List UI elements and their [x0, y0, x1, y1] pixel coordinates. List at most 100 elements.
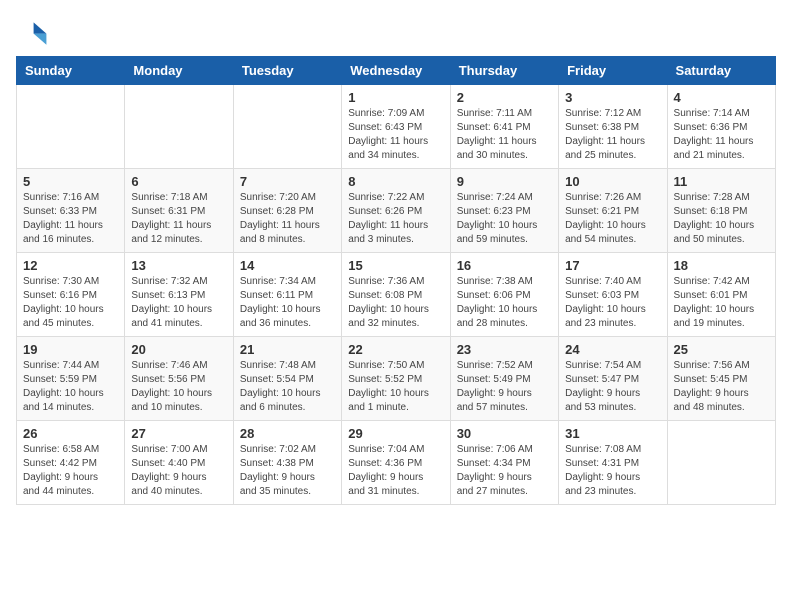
- day-info: Sunrise: 7:54 AM Sunset: 5:47 PM Dayligh…: [565, 359, 660, 415]
- day-info: Sunrise: 7:22 AM Sunset: 6:26 PM Dayligh…: [348, 191, 443, 247]
- day-info: Sunrise: 7:11 AM Sunset: 6:41 PM Dayligh…: [457, 107, 552, 163]
- calendar-week-1: 1 Sunrise: 7:09 AM Sunset: 6:43 PM Daylig…: [17, 85, 776, 169]
- calendar-day-10: 10Sunrise: 7:26 AM Sunset: 6:21 PM Dayli…: [559, 169, 667, 253]
- calendar-day-31: 31Sunrise: 7:08 AM Sunset: 4:31 PM Dayli…: [559, 421, 667, 505]
- day-number: 1: [348, 90, 443, 105]
- day-number: 22: [348, 342, 443, 357]
- day-header-friday: Friday: [559, 57, 667, 85]
- calendar-day-12: 12Sunrise: 7:30 AM Sunset: 6:16 PM Dayli…: [17, 253, 125, 337]
- day-number: 23: [457, 342, 552, 357]
- calendar-day-22: 22 Sunrise: 7:50 AM Sunset: 5:52 PM Dayli…: [342, 337, 450, 421]
- calendar-day-16: 16 Sunrise: 7:38 AM Sunset: 6:06 PM Dayli…: [450, 253, 558, 337]
- calendar-day-19: 19 Sunrise: 7:44 AM Sunset: 5:59 PM Dayli…: [17, 337, 125, 421]
- calendar-week-2: 5Sunrise: 7:16 AM Sunset: 6:33 PM Daylig…: [17, 169, 776, 253]
- calendar-header-row: SundayMondayTuesdayWednesdayThursdayFrid…: [17, 57, 776, 85]
- day-number: 8: [348, 174, 443, 189]
- calendar-day-2: 2 Sunrise: 7:11 AM Sunset: 6:41 PM Daylig…: [450, 85, 558, 169]
- day-number: 26: [23, 426, 118, 441]
- calendar-table: SundayMondayTuesdayWednesdayThursdayFrid…: [16, 56, 776, 505]
- empty-cell: [125, 85, 233, 169]
- day-info: Sunrise: 7:06 AM Sunset: 4:34 PM Dayligh…: [457, 443, 552, 499]
- empty-cell: [233, 85, 341, 169]
- calendar-day-13: 13Sunrise: 7:32 AM Sunset: 6:13 PM Dayli…: [125, 253, 233, 337]
- day-number: 25: [674, 342, 769, 357]
- day-number: 24: [565, 342, 660, 357]
- day-info: Sunrise: 7:40 AM Sunset: 6:03 PM Dayligh…: [565, 275, 660, 331]
- day-info: Sunrise: 7:20 AM Sunset: 6:28 PM Dayligh…: [240, 191, 335, 247]
- day-info: Sunrise: 7:28 AM Sunset: 6:18 PM Dayligh…: [674, 191, 769, 247]
- calendar-day-1: 1 Sunrise: 7:09 AM Sunset: 6:43 PM Daylig…: [342, 85, 450, 169]
- day-number: 17: [565, 258, 660, 273]
- day-number: 20: [131, 342, 226, 357]
- day-info: Sunrise: 7:36 AM Sunset: 6:08 PM Dayligh…: [348, 275, 443, 331]
- day-info: Sunrise: 7:00 AM Sunset: 4:40 PM Dayligh…: [131, 443, 226, 499]
- day-header-sunday: Sunday: [17, 57, 125, 85]
- day-info: Sunrise: 7:56 AM Sunset: 5:45 PM Dayligh…: [674, 359, 769, 415]
- day-number: 9: [457, 174, 552, 189]
- day-info: Sunrise: 7:52 AM Sunset: 5:49 PM Dayligh…: [457, 359, 552, 415]
- day-info: Sunrise: 7:09 AM Sunset: 6:43 PM Dayligh…: [348, 107, 443, 163]
- calendar-day-30: 30 Sunrise: 7:06 AM Sunset: 4:34 PM Dayli…: [450, 421, 558, 505]
- day-info: Sunrise: 7:48 AM Sunset: 5:54 PM Dayligh…: [240, 359, 335, 415]
- calendar-day-8: 8 Sunrise: 7:22 AM Sunset: 6:26 PM Daylig…: [342, 169, 450, 253]
- calendar-week-3: 12Sunrise: 7:30 AM Sunset: 6:16 PM Dayli…: [17, 253, 776, 337]
- page-header: [16, 16, 776, 48]
- day-info: Sunrise: 7:34 AM Sunset: 6:11 PM Dayligh…: [240, 275, 335, 331]
- day-info: Sunrise: 7:04 AM Sunset: 4:36 PM Dayligh…: [348, 443, 443, 499]
- day-number: 21: [240, 342, 335, 357]
- day-number: 6: [131, 174, 226, 189]
- calendar-day-24: 24 Sunrise: 7:54 AM Sunset: 5:47 PM Dayli…: [559, 337, 667, 421]
- day-number: 15: [348, 258, 443, 273]
- day-header-wednesday: Wednesday: [342, 57, 450, 85]
- calendar-day-9: 9 Sunrise: 7:24 AM Sunset: 6:23 PM Daylig…: [450, 169, 558, 253]
- day-number: 4: [674, 90, 769, 105]
- day-number: 14: [240, 258, 335, 273]
- day-number: 2: [457, 90, 552, 105]
- calendar-day-4: 4 Sunrise: 7:14 AM Sunset: 6:36 PM Daylig…: [667, 85, 775, 169]
- calendar-day-6: 6 Sunrise: 7:18 AM Sunset: 6:31 PM Daylig…: [125, 169, 233, 253]
- day-info: Sunrise: 7:26 AM Sunset: 6:21 PM Dayligh…: [565, 191, 660, 247]
- day-header-tuesday: Tuesday: [233, 57, 341, 85]
- day-number: 19: [23, 342, 118, 357]
- day-header-monday: Monday: [125, 57, 233, 85]
- calendar-week-5: 26 Sunrise: 6:58 AM Sunset: 4:42 PM Dayli…: [17, 421, 776, 505]
- day-info: Sunrise: 7:02 AM Sunset: 4:38 PM Dayligh…: [240, 443, 335, 499]
- day-header-saturday: Saturday: [667, 57, 775, 85]
- day-info: Sunrise: 7:08 AM Sunset: 4:31 PM Dayligh…: [565, 443, 660, 499]
- calendar-day-28: 28Sunrise: 7:02 AM Sunset: 4:38 PM Dayli…: [233, 421, 341, 505]
- day-number: 12: [23, 258, 118, 273]
- day-number: 13: [131, 258, 226, 273]
- empty-cell: [667, 421, 775, 505]
- day-info: Sunrise: 7:18 AM Sunset: 6:31 PM Dayligh…: [131, 191, 226, 247]
- calendar-day-14: 14 Sunrise: 7:34 AM Sunset: 6:11 PM Dayli…: [233, 253, 341, 337]
- day-number: 30: [457, 426, 552, 441]
- day-number: 16: [457, 258, 552, 273]
- day-number: 27: [131, 426, 226, 441]
- logo: [16, 16, 52, 48]
- day-info: Sunrise: 7:38 AM Sunset: 6:06 PM Dayligh…: [457, 275, 552, 331]
- calendar-day-27: 27 Sunrise: 7:00 AM Sunset: 4:40 PM Dayli…: [125, 421, 233, 505]
- calendar-day-23: 23 Sunrise: 7:52 AM Sunset: 5:49 PM Dayli…: [450, 337, 558, 421]
- calendar-day-29: 29Sunrise: 7:04 AM Sunset: 4:36 PM Dayli…: [342, 421, 450, 505]
- calendar-day-21: 21 Sunrise: 7:48 AM Sunset: 5:54 PM Dayli…: [233, 337, 341, 421]
- day-info: Sunrise: 7:46 AM Sunset: 5:56 PM Dayligh…: [131, 359, 226, 415]
- calendar-day-5: 5Sunrise: 7:16 AM Sunset: 6:33 PM Daylig…: [17, 169, 125, 253]
- calendar-day-15: 15 Sunrise: 7:36 AM Sunset: 6:08 PM Dayli…: [342, 253, 450, 337]
- day-number: 7: [240, 174, 335, 189]
- calendar-day-7: 7 Sunrise: 7:20 AM Sunset: 6:28 PM Daylig…: [233, 169, 341, 253]
- day-number: 11: [674, 174, 769, 189]
- day-info: Sunrise: 7:42 AM Sunset: 6:01 PM Dayligh…: [674, 275, 769, 331]
- calendar-day-3: 3 Sunrise: 7:12 AM Sunset: 6:38 PM Daylig…: [559, 85, 667, 169]
- day-info: Sunrise: 7:50 AM Sunset: 5:52 PM Dayligh…: [348, 359, 443, 415]
- calendar-day-26: 26 Sunrise: 6:58 AM Sunset: 4:42 PM Dayli…: [17, 421, 125, 505]
- day-info: Sunrise: 7:24 AM Sunset: 6:23 PM Dayligh…: [457, 191, 552, 247]
- day-number: 3: [565, 90, 660, 105]
- calendar-day-11: 11 Sunrise: 7:28 AM Sunset: 6:18 PM Dayli…: [667, 169, 775, 253]
- calendar-week-4: 19 Sunrise: 7:44 AM Sunset: 5:59 PM Dayli…: [17, 337, 776, 421]
- day-info: Sunrise: 7:44 AM Sunset: 5:59 PM Dayligh…: [23, 359, 118, 415]
- day-info: Sunrise: 6:58 AM Sunset: 4:42 PM Dayligh…: [23, 443, 118, 499]
- day-header-thursday: Thursday: [450, 57, 558, 85]
- calendar-day-20: 20 Sunrise: 7:46 AM Sunset: 5:56 PM Dayli…: [125, 337, 233, 421]
- day-info: Sunrise: 7:14 AM Sunset: 6:36 PM Dayligh…: [674, 107, 769, 163]
- day-info: Sunrise: 7:12 AM Sunset: 6:38 PM Dayligh…: [565, 107, 660, 163]
